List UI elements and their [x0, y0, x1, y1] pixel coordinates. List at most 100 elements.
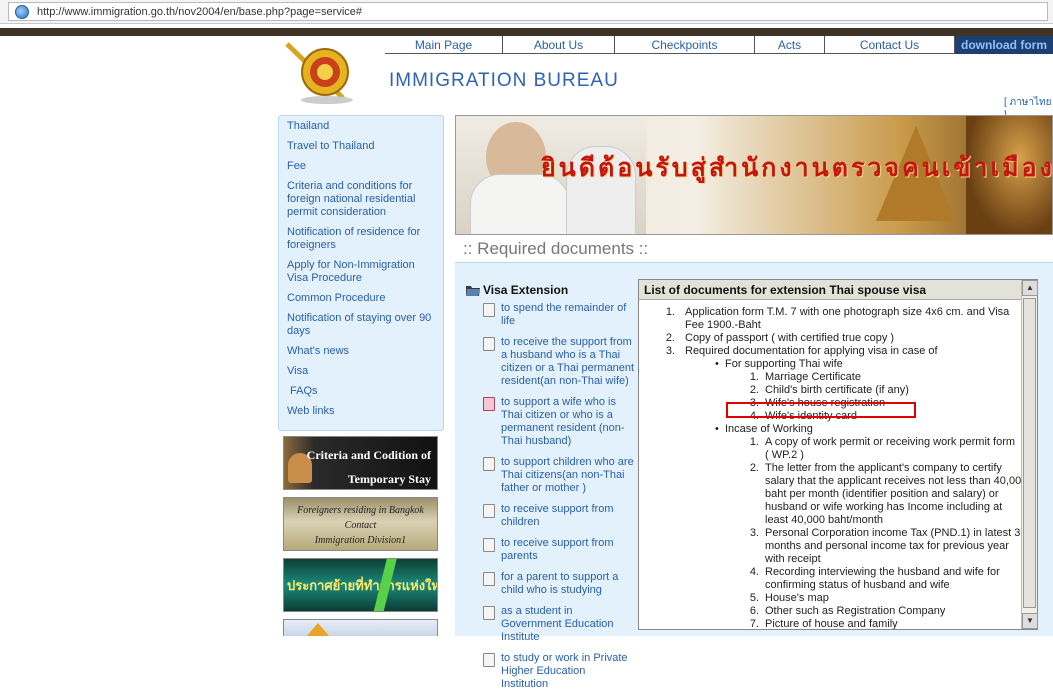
doc-line: Marriage Certificate	[765, 371, 861, 383]
sidebar-item-news[interactable]: What's news	[287, 345, 443, 358]
sidebar-menu: Thailand Travel to Thailand Fee Criteria…	[278, 115, 444, 431]
list-number: 6.	[749, 605, 759, 617]
doc-line: least 40,000 baht/month	[765, 514, 884, 526]
document-icon	[483, 572, 495, 586]
visa-item-label: to receive support from children	[501, 503, 614, 528]
sidebar-item-fee[interactable]: Fee	[287, 160, 443, 173]
folder-icon	[466, 286, 480, 296]
top-navigation: Main Page About Us Checkpoints Acts Cont…	[385, 36, 1053, 54]
hero-banner: ยินดีต้อนรับสู่สำนักงานตรวจคนเข้าเมือง	[455, 115, 1053, 235]
visa-item[interactable]: to spend the remainder of life	[483, 302, 635, 328]
doc-line: with receipt	[765, 553, 821, 565]
doc-line: For supporting Thai wife	[725, 358, 843, 370]
list-number: 5.	[749, 592, 759, 604]
visa-extension-label: Visa Extension	[483, 283, 569, 297]
browser-address-bar: http://www.immigration.go.th/nov2004/en/…	[0, 0, 1053, 24]
doc-line: Personal Corporation income Tax (PND.1) …	[765, 527, 1021, 539]
nav-download-form[interactable]: download form	[955, 36, 1053, 54]
document-active-icon	[483, 397, 495, 411]
warning-triangle-icon	[306, 623, 330, 636]
visa-item[interactable]: to support children who are Thai citizen…	[483, 456, 635, 495]
visa-item[interactable]: as a student in Government Education Ins…	[483, 605, 635, 644]
list-number: 2.	[749, 384, 759, 396]
banner-contact-line3: Immigration Division1	[314, 535, 407, 546]
document-icon	[483, 303, 495, 317]
scroll-up-arrow-icon[interactable]: ▲	[1022, 280, 1038, 296]
banner-partial[interactable]	[283, 619, 438, 636]
document-icon	[483, 538, 495, 552]
document-icon	[483, 457, 495, 471]
banner-contact-line2: Contact	[344, 520, 377, 531]
url-field[interactable]: http://www.immigration.go.th/nov2004/en/…	[8, 2, 1048, 21]
doc-line: Application form T.M. 7 with one photogr…	[685, 306, 1010, 318]
doc-line-highlighted: Child's birth certificate (if any)	[765, 384, 909, 396]
list-number: 1.	[665, 306, 675, 318]
sidebar-item-non-immigration-visa[interactable]: Apply for Non-Immigration Visa Procedure	[287, 259, 443, 285]
bullet: •	[715, 423, 719, 435]
immigration-emblem-logo	[285, 42, 353, 104]
list-number: 1.	[749, 371, 759, 383]
sidebar-item-web-links[interactable]: Web links	[287, 405, 443, 418]
visa-extension-heading: Visa Extension	[465, 283, 568, 297]
visa-item-selected[interactable]: to support a wife who is Thai citizen or…	[483, 396, 635, 448]
visa-item-label: to receive the support from a husband wh…	[501, 336, 635, 387]
doc-line: confirming status of husband and wife	[765, 579, 950, 591]
list-number: 4.	[749, 566, 759, 578]
sidebar-item-90-days[interactable]: Notification of staying over 90 days	[287, 312, 443, 338]
doc-line: salary that the applicant receives not l…	[765, 475, 1021, 487]
list-number: 1.	[749, 436, 759, 448]
document-list-header: List of documents for extension Thai spo…	[639, 280, 1037, 300]
doc-line: Fee 1900.-Baht	[685, 319, 761, 331]
url-text: http://www.immigration.go.th/nov2004/en/…	[37, 5, 363, 18]
doc-line: Recording interviewing the husband and w…	[765, 566, 1000, 578]
sidebar-item-notification-residence[interactable]: Notification of residence for foreigners	[287, 226, 443, 252]
banner-contact-line1: Foreigners residing in Bangkok	[297, 505, 424, 516]
doc-line: A copy of work permit or receiving work …	[765, 436, 1016, 448]
visa-item[interactable]: for a parent to support a child who is s…	[483, 571, 635, 597]
doc-line: months and personal income tax for previ…	[765, 540, 1009, 552]
sidebar-item-travel[interactable]: Travel to Thailand	[287, 140, 443, 153]
visa-item[interactable]: to study or work in Private Higher Educa…	[483, 652, 635, 691]
doc-line: Other such as Registration Company	[765, 605, 946, 617]
visa-item-label: to spend the remainder of life	[501, 302, 627, 327]
hero-welcome-text: ยินดีต้อนรับสู่สำนักงานตรวจคนเข้าเมือง	[541, 154, 1053, 182]
doc-line: ( WP.2 )	[765, 449, 804, 461]
nav-checkpoints[interactable]: Checkpoints	[615, 36, 755, 54]
list-number: 2.	[665, 332, 675, 344]
sidebar-item-thailand[interactable]: Thailand	[287, 120, 443, 133]
nav-main-page[interactable]: Main Page	[385, 36, 503, 54]
document-list-panel: List of documents for extension Thai spo…	[638, 279, 1038, 630]
sidebar-item-visa[interactable]: Visa	[287, 365, 443, 378]
nav-about-us[interactable]: About Us	[503, 36, 615, 54]
visa-item-label: to support a wife who is Thai citizen or…	[501, 396, 625, 447]
visa-item[interactable]: to receive support from children	[483, 503, 635, 529]
scroll-down-arrow-icon[interactable]: ▼	[1022, 613, 1038, 629]
list-number: 3.	[665, 345, 675, 357]
banner-relocation-text: ประกาศย้ายที่ทำการแห่งใหม่	[287, 578, 438, 593]
doc-line: Picture of house and family	[765, 618, 898, 629]
list-number: 2.	[749, 462, 759, 474]
banner-relocation-notice[interactable]: ประกาศย้ายที่ทำการแห่งใหม่	[283, 558, 438, 612]
sidebar-item-common-procedure[interactable]: Common Procedure	[287, 292, 443, 305]
doc-line: baht per month (identifier position and …	[765, 488, 999, 500]
scrollbar-thumb[interactable]	[1023, 298, 1036, 608]
site-title: IMMIGRATION BUREAU	[389, 70, 619, 91]
banner-temporary-stay[interactable]: Criteria and Codition of Temporary Stay	[283, 436, 438, 490]
doc-line: husband or wife working has Income inclu…	[765, 501, 1003, 513]
visa-extension-list: to spend the remainder of life to receiv…	[483, 302, 635, 699]
nav-acts[interactable]: Acts	[755, 36, 825, 54]
visa-item-label: for a parent to support a child who is s…	[501, 571, 619, 596]
document-icon	[483, 337, 495, 351]
banner-contact-division[interactable]: Foreigners residing in Bangkok Contact I…	[283, 497, 438, 551]
visa-item[interactable]: to receive support from parents	[483, 537, 635, 563]
sidebar-item-criteria[interactable]: Criteria and conditions for foreign nati…	[287, 180, 443, 219]
document-icon	[483, 653, 495, 667]
document-list-body[interactable]: 1. Application form T.M. 7 with one phot…	[639, 301, 1021, 629]
visa-item-label: as a student in Government Education Ins…	[501, 605, 614, 643]
sidebar-item-faqs[interactable]: FAQs	[287, 385, 443, 398]
visa-item-label: to support children who are Thai citizen…	[501, 456, 634, 494]
nav-contact-us[interactable]: Contact Us	[825, 36, 955, 54]
document-scrollbar[interactable]: ▲ ▼	[1021, 280, 1038, 629]
visa-item[interactable]: to receive the support from a husband wh…	[483, 336, 635, 388]
red-highlight-box	[726, 402, 916, 418]
